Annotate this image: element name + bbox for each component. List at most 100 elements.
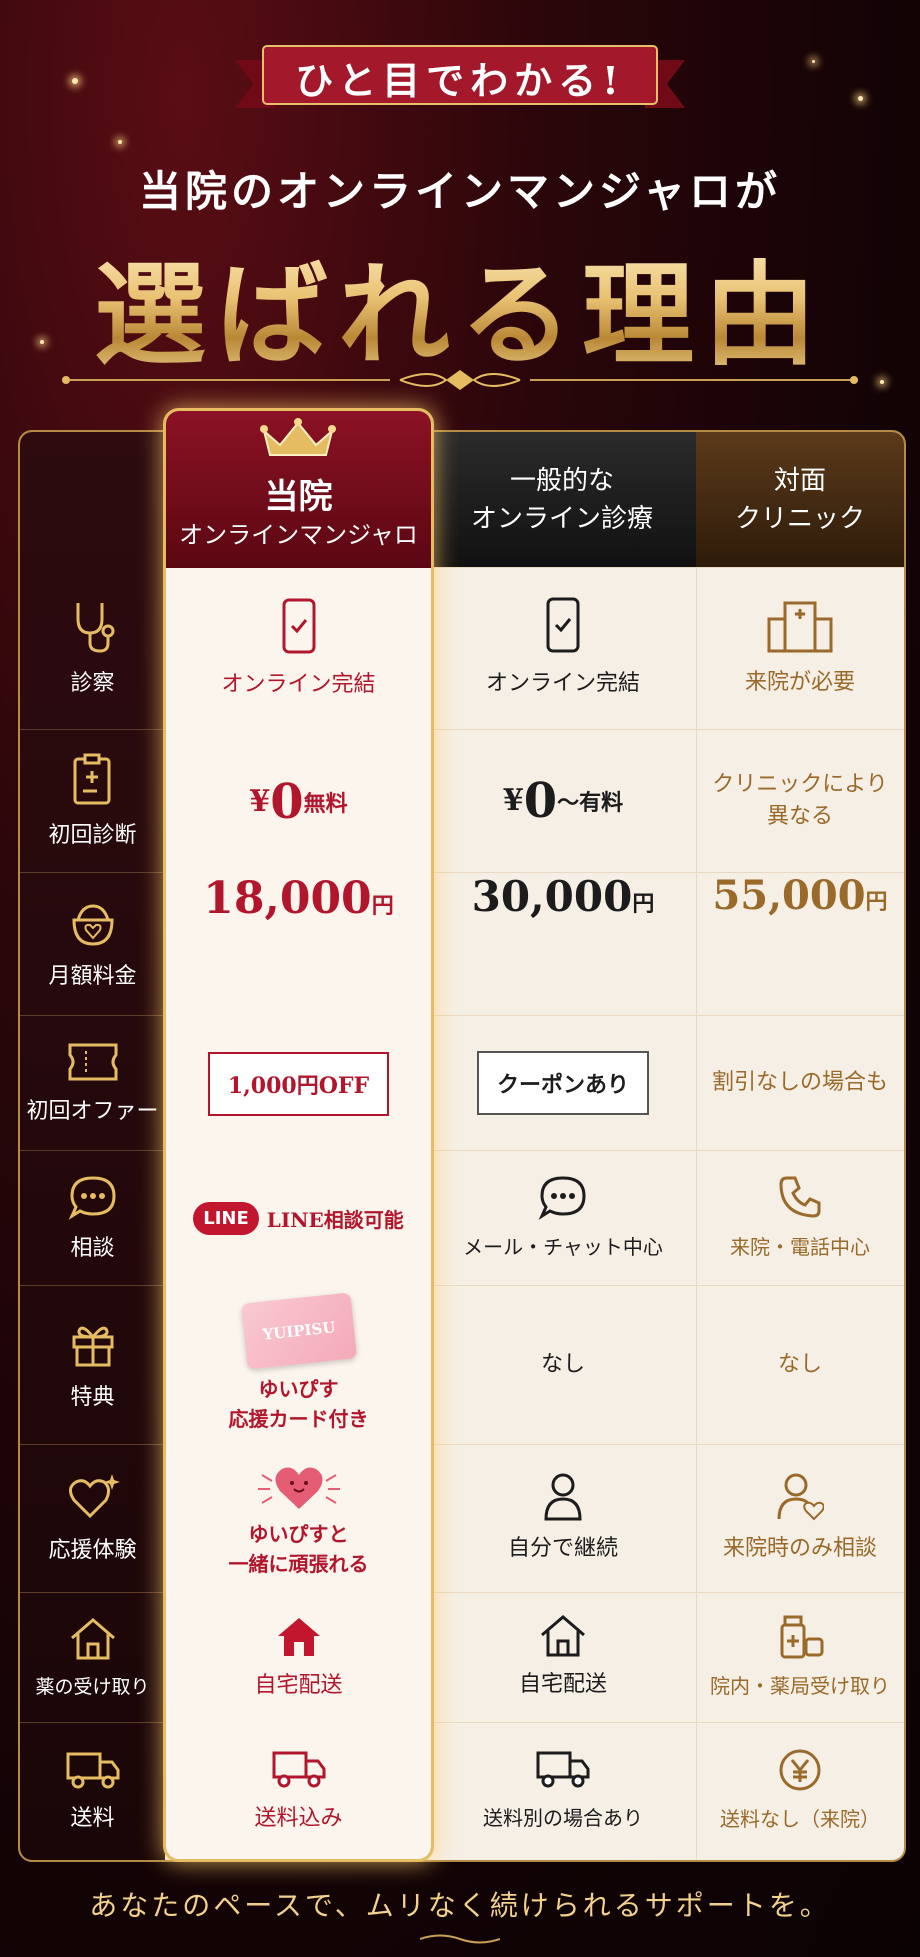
cell-text: 送料別の場合あり [483, 1806, 643, 1830]
row-label-ouen: 応援体験 [20, 1444, 165, 1593]
row-label-text: 応援体験 [48, 1538, 137, 1563]
cell-text: クリニックにより [712, 771, 888, 797]
cell-text: 来院が必要 [744, 670, 855, 695]
delivery-truck-icon [536, 1751, 590, 1788]
medicine-icon [780, 1615, 824, 1659]
cell-taimen-souryou: 送料なし（来院） [696, 1722, 904, 1860]
cell-ippan-tokuten: なし [430, 1285, 697, 1444]
smartphone-icon [546, 597, 580, 653]
header-ippan: 一般的な オンライン診療 [428, 432, 696, 567]
cell-ours-ouen: ゆいぴすと 一緒に頑張れる [166, 1445, 431, 1593]
header-ippan-line2: オンライン診療 [470, 503, 653, 534]
header-taimen-line1: 対面 [773, 465, 826, 496]
cell-ippan-souryou: 送料別の場合あり [430, 1722, 697, 1860]
row-label-text: 初回オファー [26, 1098, 159, 1124]
cell-ours-tokuten: YUIPISU ゆいぴす 応援カード付き [166, 1286, 431, 1445]
cell-text: 院内・薬局受け取り [710, 1674, 890, 1698]
header-ours-line1: 当院 [264, 477, 333, 517]
ribbon-text: ひと目でわかる! [295, 57, 625, 103]
cell-text: 応援カード付き [228, 1406, 369, 1431]
cell-text: なし [777, 1351, 822, 1377]
cell-taimen-offer: 割引なしの場合も [696, 1015, 904, 1150]
cell-ours-shinsatsu: オンライン完結 [166, 568, 431, 730]
yen-symbol: ¥ [249, 784, 271, 819]
chat-icon [68, 1175, 116, 1220]
row-label-text: 初回診断 [48, 822, 137, 848]
row-label-text: 診察 [70, 671, 115, 696]
cell-text: 異なる [766, 803, 833, 829]
price-suffix: 〜有料 [557, 789, 624, 816]
row-label-shinsatsu: 診察 [20, 567, 165, 730]
highlight-column-ours: 当院 オンラインマンジャロ オンライン完結 ¥ 0 無料 18,000 円 1,… [163, 408, 434, 1862]
footer-tagline: あなたのペースで、ムリなく続けられるサポートを。 [89, 1889, 831, 1922]
line-logo-icon: LINE [193, 1202, 259, 1235]
cell-text: オンライン完結 [221, 672, 376, 697]
cell-text: 送料なし（来院） [720, 1807, 880, 1831]
row-label-getsugaku: 月額料金 [20, 872, 165, 1016]
comparison-table: 一般的な オンライン診療 対面 クリニック 診察 オンライン完結 来院が必要 初… [18, 430, 906, 1862]
gift-icon [72, 1326, 113, 1366]
row-label-offer: 初回オファー [20, 1015, 165, 1151]
header-ours: 当院 オンラインマンジャロ [166, 411, 431, 568]
cell-ours-getsugaku: 18,000 円 [166, 873, 431, 1016]
person-heart-icon [777, 1473, 824, 1521]
ticket-icon [68, 1043, 117, 1080]
sparkle [72, 78, 78, 84]
header-taimen: 対面 クリニック [696, 432, 904, 567]
row-label-text: 相談 [70, 1235, 115, 1261]
row-label-tokuten: 特典 [20, 1285, 165, 1445]
row-label-shokai-shindan: 初回診断 [20, 729, 165, 873]
truck-icon [66, 1752, 119, 1789]
header-taimen-line2: クリニック [734, 503, 865, 534]
yen-coin-icon [779, 1749, 821, 1791]
price-suffix: 無料 [303, 790, 348, 817]
heart-sparkle-icon [68, 1474, 120, 1519]
cell-taimen-kusuri: 院内・薬局受け取り [696, 1592, 904, 1722]
page-title: 選ばれる理由 [0, 225, 920, 387]
price-number: 55,000 [712, 872, 866, 919]
cell-ippan-kusuri: 自宅配送 [430, 1592, 697, 1722]
price-unit: 円 [371, 893, 394, 919]
row-label-text: 月額料金 [48, 963, 137, 989]
cell-ours-shokai: ¥ 0 無料 [166, 730, 431, 873]
row-label-text: 送料 [70, 1806, 115, 1831]
cell-text: オンライン完結 [485, 671, 640, 696]
cell-text: 自宅配送 [518, 1672, 607, 1697]
cell-ippan-soudan: メール・チャット中心 [430, 1150, 697, 1285]
cell-taimen-getsugaku: 55,000 円 [696, 872, 904, 1015]
price-unit: 円 [632, 891, 655, 917]
row-label-soudan: 相談 [20, 1150, 165, 1286]
header-ours-line2: オンラインマンジャロ [179, 521, 418, 549]
cell-text: LINE相談可能 [266, 1208, 404, 1232]
cell-text: 一緒に頑張れる [228, 1552, 369, 1576]
cell-taimen-shokai: クリニックにより 異なる [696, 729, 904, 872]
delivery-truck-icon [272, 1751, 325, 1788]
cell-taimen-tokuten: なし [696, 1285, 904, 1444]
cell-ippan-offer: クーポンあり [430, 1015, 697, 1150]
support-card-image: YUIPISU [240, 1291, 357, 1370]
price-number: 0 [523, 772, 558, 829]
offer-ticket: 1,000円OFF [207, 1051, 390, 1116]
row-label-text: 特典 [70, 1384, 115, 1410]
price-number: 18,000 [203, 873, 372, 924]
cell-taimen-shinsatsu: 来院が必要 [696, 567, 904, 729]
house-filled-icon [277, 1618, 320, 1656]
yen-symbol: ¥ [502, 783, 524, 818]
cell-text: メール・チャット中心 [463, 1234, 663, 1259]
subtitle: 当院のオンラインマンジャロが [139, 167, 781, 216]
coupon-ticket: クーポンあり [476, 1050, 649, 1115]
cell-ippan-shokai: ¥ 0 〜有料 [430, 729, 697, 872]
smartphone-icon [282, 598, 315, 654]
cell-text: 送料込み [254, 1806, 343, 1831]
cell-text: 自宅配送 [254, 1673, 343, 1698]
cell-taimen-ouen: 来院時のみ相談 [696, 1444, 904, 1592]
home-icon [70, 1617, 115, 1659]
cell-ours-souryou: 送料込み [166, 1723, 431, 1859]
cell-text: 割引なしの場合も [711, 1069, 888, 1095]
cell-ours-soudan: LINE LINE相談可能 [166, 1151, 431, 1286]
cell-taimen-soudan: 来院・電話中心 [696, 1150, 904, 1285]
sparkle [118, 140, 122, 144]
cell-text: 来院時のみ相談 [722, 1536, 877, 1561]
sparkle [812, 60, 815, 63]
cell-text: なし [540, 1351, 585, 1377]
